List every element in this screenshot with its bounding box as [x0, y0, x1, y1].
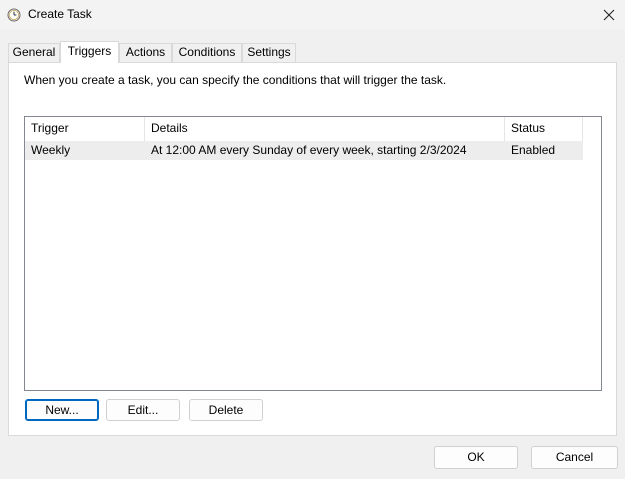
window-title: Create Task — [28, 7, 92, 21]
triggers-panel: When you create a task, you can specify … — [8, 62, 617, 436]
cell-status: Enabled — [511, 143, 556, 157]
close-icon — [603, 9, 615, 21]
column-header-details[interactable]: Details — [145, 117, 505, 141]
tab-conditions[interactable]: Conditions — [172, 43, 242, 62]
triggers-list[interactable]: Trigger Details Status Weekly At 12:00 A… — [24, 116, 602, 391]
tab-settings[interactable]: Settings — [242, 43, 296, 62]
column-header-trigger[interactable]: Trigger — [25, 117, 145, 141]
cancel-button[interactable]: Cancel — [531, 446, 618, 469]
column-header-status[interactable]: Status — [505, 117, 583, 141]
triggers-intro-text: When you create a task, you can specify … — [24, 73, 447, 87]
tab-triggers[interactable]: Triggers — [60, 41, 119, 63]
close-button[interactable] — [595, 0, 625, 30]
tab-actions[interactable]: Actions — [119, 43, 172, 62]
ok-button[interactable]: OK — [434, 446, 518, 469]
cell-trigger: Weekly — [31, 143, 71, 157]
tab-general[interactable]: General — [8, 43, 60, 62]
delete-trigger-button[interactable]: Delete — [189, 399, 263, 421]
title-bar: Create Task — [0, 0, 625, 30]
create-task-dialog: Create Task General Triggers Actions Con… — [0, 0, 625, 479]
clock-icon — [7, 8, 21, 22]
cell-details: At 12:00 AM every Sunday of every week, … — [151, 143, 467, 157]
list-header: Trigger Details Status — [25, 117, 601, 141]
new-trigger-button[interactable]: New... — [25, 399, 99, 421]
table-row[interactable]: Weekly At 12:00 AM every Sunday of every… — [25, 141, 583, 160]
edit-trigger-button[interactable]: Edit... — [106, 399, 180, 421]
